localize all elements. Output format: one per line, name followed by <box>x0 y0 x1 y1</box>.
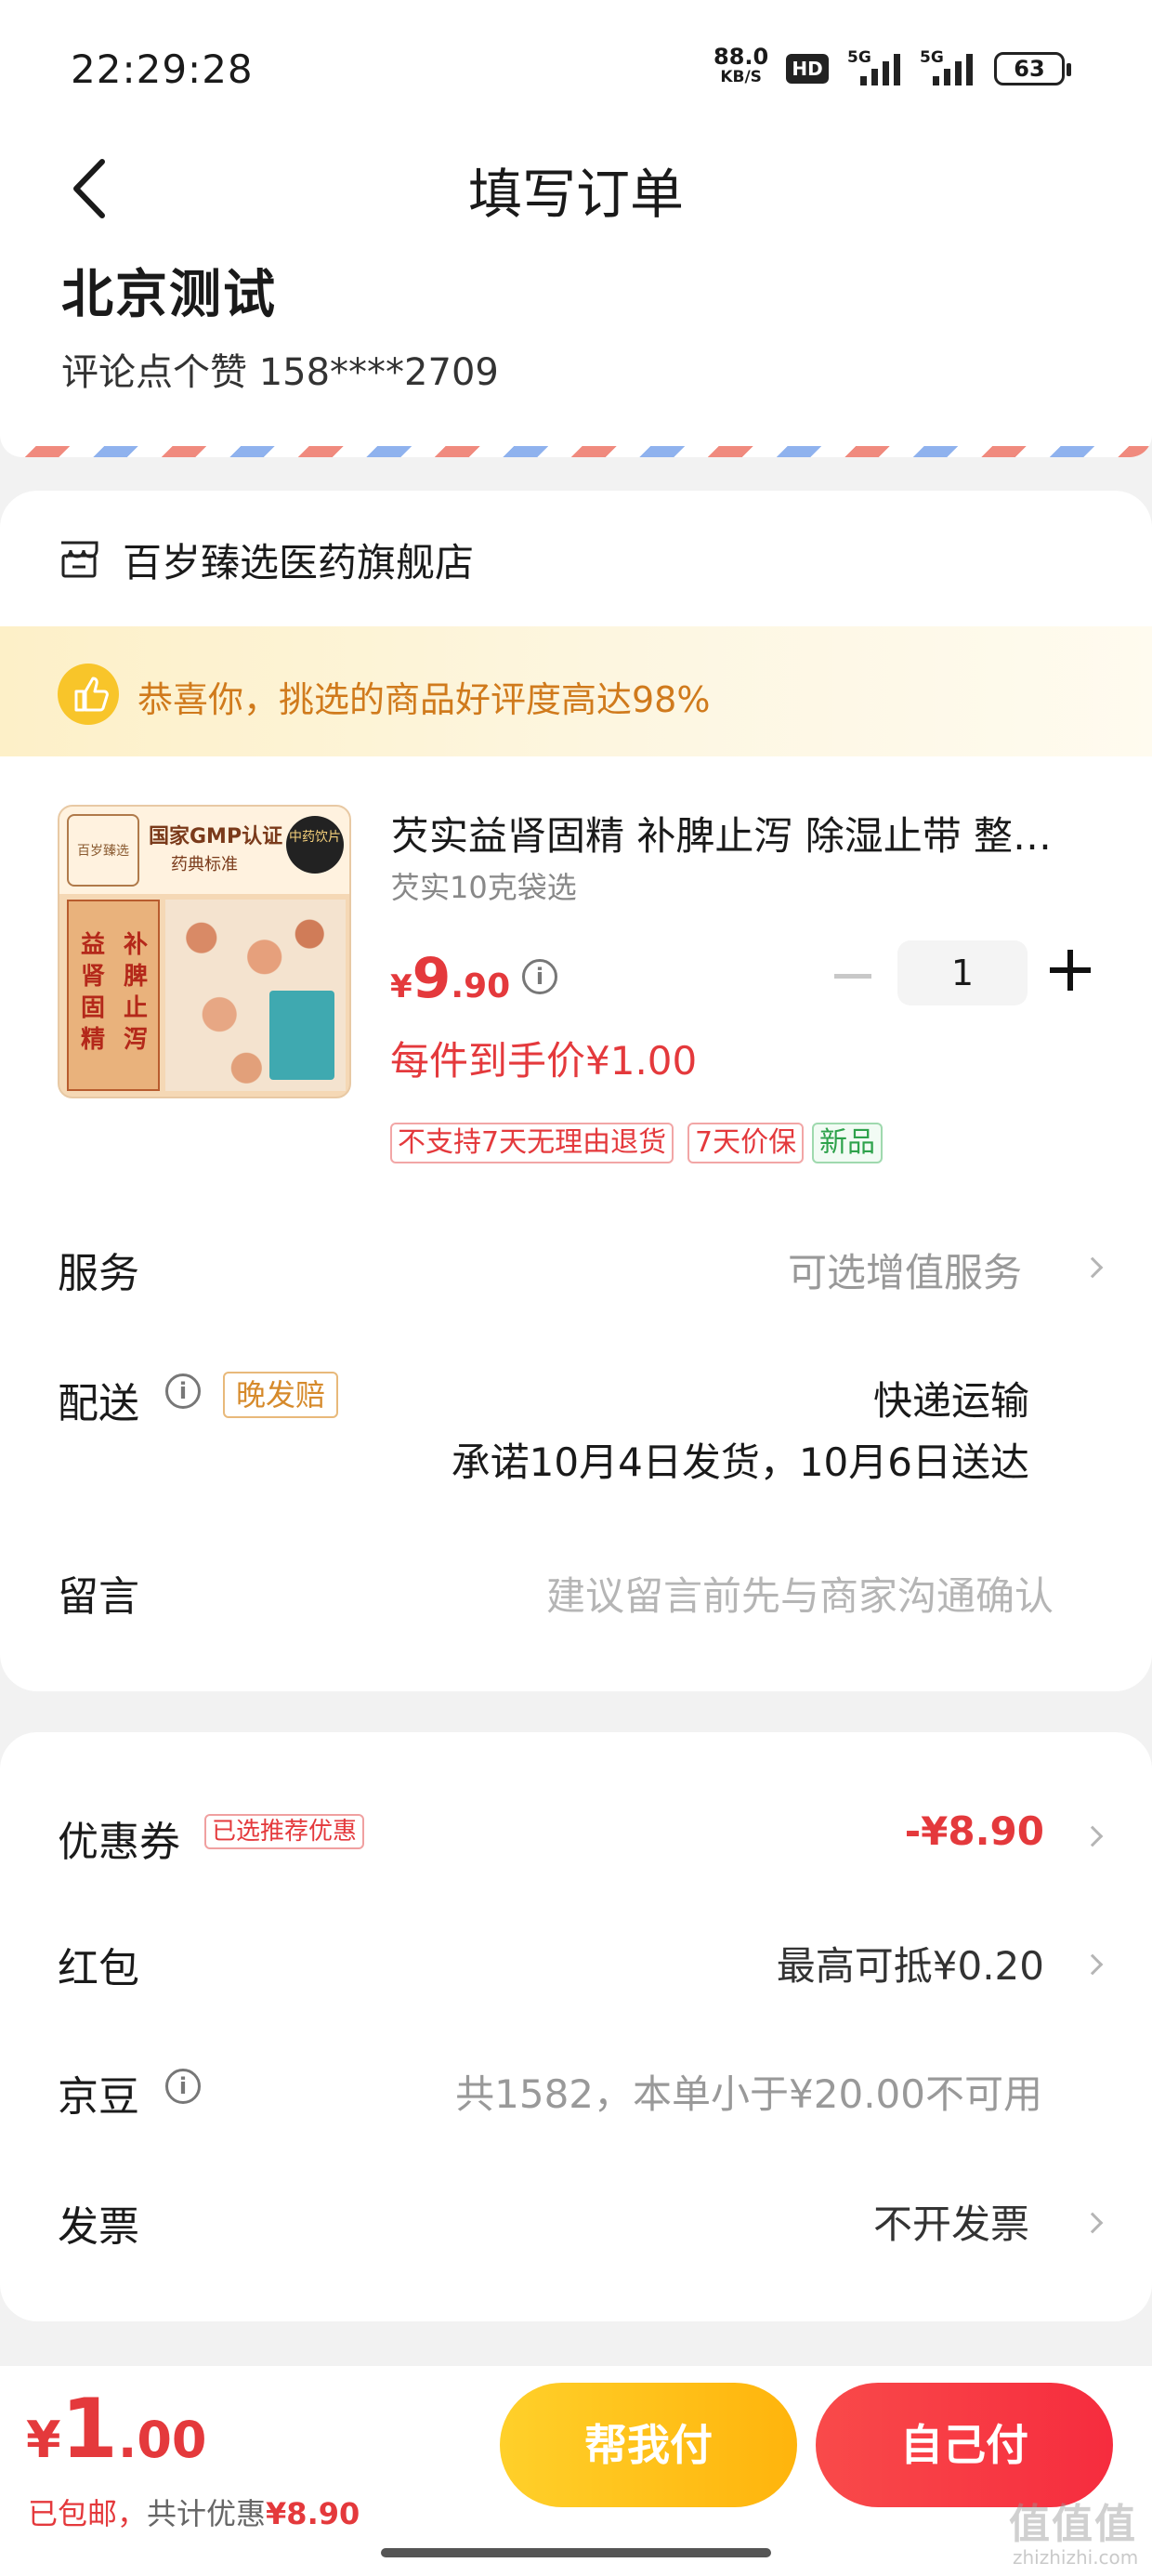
late-compensation-badge: 晚发赔 <box>223 1372 339 1418</box>
invoice-label: 发票 <box>58 2203 139 2251</box>
message-label: 留言 <box>58 1573 139 1621</box>
total-integer: 1 <box>60 2381 118 2477</box>
address-name: 北京测试 <box>61 265 277 325</box>
network-speed: 88.0 KB/S <box>713 46 768 87</box>
page-title: 填写订单 <box>467 163 684 226</box>
jingdou-value: 共1582，本单小于¥20.00不可用 <box>455 2071 1042 2117</box>
standard-label: 药典标准 <box>171 855 238 874</box>
watermark: 值值值 <box>1009 2501 1137 2548</box>
signal-icon: 5G <box>847 48 905 85</box>
quantity-minus-button[interactable] <box>834 974 871 979</box>
address-contact: 评论点个赞 158****2709 <box>61 351 499 394</box>
discount-card: 优惠券 已选推荐优惠 -¥8.90 红包 最高可抵¥0.20 京豆 i 共158… <box>0 1732 1152 2321</box>
no-return-tag: 不支持7天无理由退货 <box>390 1123 674 1163</box>
coupon-value[interactable]: -¥8.90 <box>905 1808 1044 1854</box>
product-title[interactable]: 芡实益肾固精 补脾止泻 除湿止带 整… <box>390 805 1096 861</box>
product-image-header: 百岁臻选 国家GMP认证 药典标准 中药饮片 <box>59 807 349 894</box>
total-decimal: .00 <box>117 2411 207 2469</box>
gmp-label: 国家GMP认证 <box>149 825 283 848</box>
address-card[interactable]: 北京测试 评论点个赞 158****2709 <box>0 242 1152 457</box>
jingdou-label: 京豆 <box>58 2073 139 2121</box>
battery-icon: 63 <box>994 52 1071 85</box>
quantity-plus-button[interactable] <box>1050 950 1091 991</box>
product-image-side-text: 益肾固精 补脾止泻 <box>67 900 160 1091</box>
shop-icon <box>61 541 98 578</box>
side-text-col1: 益肾固精 <box>80 931 105 1054</box>
discount-value: ¥8.90 <box>266 2496 360 2531</box>
praise-banner: 恭喜你，挑选的商品好评度高达98% <box>0 626 1152 756</box>
herbal-badge: 中药饮片 <box>286 816 344 874</box>
hd-icon: HD <box>786 54 829 84</box>
airmail-border <box>0 446 1152 457</box>
free-shipping-text: 已包邮， <box>28 2496 148 2531</box>
delivery-method[interactable]: 快递运输 <box>873 1370 1029 1426</box>
shop-card: 百岁臻选医药旗舰店 恭喜你，挑选的商品好评度高达98% 百岁臻选 国家GMP认证… <box>0 491 1152 1691</box>
shipping-note: 已包邮，共计优惠¥8.90 <box>28 2491 360 2533</box>
red-packet-label: 红包 <box>58 1945 139 1992</box>
status-time: 22:29:28 <box>71 46 254 92</box>
price-info-icon[interactable]: i <box>522 959 557 994</box>
quantity-input[interactable]: 1 <box>897 940 1028 1005</box>
service-chevron-icon[interactable] <box>1081 1256 1104 1279</box>
price-protect-tag: 7天价保 <box>687 1123 805 1163</box>
signal-icon-2: 5G <box>920 48 977 85</box>
delivery-info-icon[interactable]: i <box>165 1373 201 1409</box>
price-decimal: .90 <box>451 967 511 1005</box>
net-speed-unit: KB/S <box>720 68 762 86</box>
jingdou-info-icon[interactable]: i <box>165 2069 201 2104</box>
red-packet-value[interactable]: 最高可抵¥0.20 <box>777 1935 1044 1991</box>
new-product-tag: 新品 <box>812 1123 883 1163</box>
delivery-label: 配送 <box>58 1380 139 1427</box>
price-symbol: ¥ <box>390 968 412 1005</box>
self-pay-button[interactable]: 自己付 <box>816 2383 1113 2507</box>
shop-name[interactable]: 百岁臻选医药旗舰店 <box>123 532 474 588</box>
discount-label: 共计优惠 <box>147 2496 267 2531</box>
help-pay-button[interactable]: 帮我付 <box>500 2383 797 2507</box>
status-bar: 22:29:28 88.0 KB/S HD 5G 5G 63 <box>0 0 1152 130</box>
brand-logo: 百岁臻选 <box>67 814 139 887</box>
total-price: ¥1.00 <box>26 2381 206 2477</box>
net-speed-value: 88.0 <box>713 44 769 70</box>
product-image[interactable]: 百岁臻选 国家GMP认证 药典标准 中药饮片 益肾固精 补脾止泻 <box>58 805 351 1098</box>
unit-price: 每件到手价¥1.00 <box>390 1038 698 1084</box>
message-input[interactable]: 建议留言前先与商家沟通确认 <box>546 1565 1054 1622</box>
price-integer: 9 <box>412 946 452 1011</box>
coupon-label: 优惠券 <box>58 1819 180 1866</box>
nav-bar: 填写订单 <box>0 130 1152 242</box>
sim2-label: 5G <box>920 48 944 67</box>
service-label: 服务 <box>58 1250 139 1297</box>
praise-text: 恭喜你，挑选的商品好评度高达98% <box>137 679 711 720</box>
side-text-col2: 补脾止泻 <box>123 931 148 1054</box>
product-spec: 芡实10克袋选 <box>390 870 577 905</box>
invoice-chevron-icon[interactable] <box>1081 2212 1104 2234</box>
invoice-value[interactable]: 不开发票 <box>873 2193 1029 2250</box>
bottom-bar: ¥1.00 已包邮，共计优惠¥8.90 帮我付 自己付 <box>0 2366 1152 2576</box>
product-price: ¥9.90 <box>390 946 510 1011</box>
coupon-chevron-icon[interactable] <box>1081 1825 1104 1847</box>
product-package-graphic <box>269 991 334 1080</box>
red-packet-chevron-icon[interactable] <box>1081 1953 1104 1976</box>
home-indicator[interactable] <box>381 2548 771 2557</box>
sim1-label: 5G <box>847 48 871 67</box>
thumbs-up-icon <box>58 664 119 725</box>
total-symbol: ¥ <box>26 2411 61 2469</box>
watermark-url: zhizhizhi.com <box>1013 2546 1139 2569</box>
coupon-tag: 已选推荐优惠 <box>204 1814 365 1849</box>
service-value[interactable]: 可选增值服务 <box>788 1242 1022 1298</box>
delivery-promise: 承诺10月4日发货，10月6日送达 <box>451 1439 1029 1485</box>
